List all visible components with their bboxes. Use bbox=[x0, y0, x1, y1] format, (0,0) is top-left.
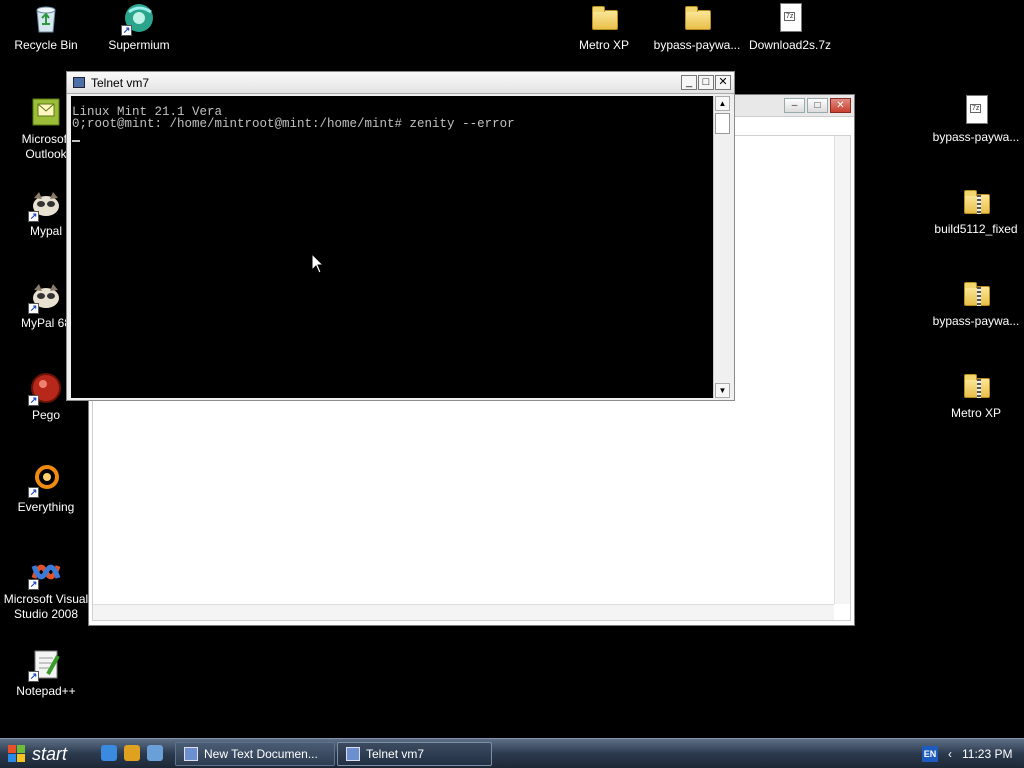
terminal-console[interactable]: Linux Mint 21.1 Vera 0;root@mint: /home/m… bbox=[71, 96, 714, 398]
taskbar: start New Text Documen... Telnet vm7 EN … bbox=[0, 738, 1024, 768]
desktop-icon-label: bypass-paywa... bbox=[932, 314, 1020, 328]
window-title: Telnet vm7 bbox=[91, 76, 150, 90]
terminal-line: 0;root@mint: /home/mintroot@mint:/home/m… bbox=[72, 117, 515, 131]
pego-icon: ↗ bbox=[28, 372, 62, 406]
desktop-icon-label: Pego bbox=[31, 408, 61, 422]
desktop-icon-notepadpp[interactable]: ↗ Notepad++ bbox=[0, 648, 92, 699]
desktop-icon-label: Download2s.7z bbox=[748, 38, 832, 52]
maximize-button[interactable]: □ bbox=[698, 75, 714, 90]
shortcut-arrow-icon: ↗ bbox=[28, 579, 39, 590]
desktop-icon-everything[interactable]: ↗ Everything bbox=[0, 464, 92, 515]
zip-folder-icon bbox=[960, 370, 992, 402]
scroll-up-arrow-icon[interactable]: ▲ bbox=[715, 96, 730, 111]
mypal-icon: ↗ bbox=[28, 188, 62, 222]
shortcut-arrow-icon: ↗ bbox=[121, 25, 132, 36]
media-player-icon[interactable] bbox=[124, 745, 140, 761]
scrollbar-thumb[interactable] bbox=[715, 113, 730, 134]
desktop-icon-bypass-paywall-file[interactable]: bypass-paywa... bbox=[930, 94, 1022, 145]
telnet-icon bbox=[346, 747, 360, 761]
language-indicator[interactable]: EN bbox=[922, 746, 938, 762]
start-button[interactable]: start bbox=[0, 739, 88, 768]
desktop-icon-label: Notepad++ bbox=[16, 684, 76, 698]
folder-icon bbox=[588, 2, 620, 34]
desktop-icon-label: build5112_fixed bbox=[934, 222, 1018, 236]
shortcut-arrow-icon: ↗ bbox=[28, 211, 39, 222]
notepadpp-icon: ↗ bbox=[28, 648, 62, 682]
desktop-icon-metro-xp-zip[interactable]: Metro XP bbox=[930, 370, 1022, 421]
recycle-bin-icon bbox=[30, 2, 62, 34]
mypal-icon: ↗ bbox=[28, 280, 62, 314]
archive-file-icon bbox=[774, 2, 806, 34]
show-desktop-icon[interactable] bbox=[147, 745, 163, 761]
tray-expand-icon[interactable]: ‹ bbox=[948, 747, 952, 761]
taskbar-button-label: New Text Documen... bbox=[204, 747, 318, 761]
desktop-icon-supermium[interactable]: ↗ Supermium bbox=[93, 2, 185, 53]
system-tray: EN ‹ 11:23 PM bbox=[914, 739, 1024, 768]
visual-studio-icon: ↗ bbox=[28, 556, 62, 590]
taskbar-button-telnet[interactable]: Telnet vm7 bbox=[337, 742, 492, 766]
text-cursor bbox=[72, 140, 80, 142]
minimize-button[interactable]: – bbox=[784, 98, 805, 113]
desktop-icon-download2s-7z[interactable]: Download2s.7z bbox=[744, 2, 836, 53]
desktop-icon-recycle-bin[interactable]: Recycle Bin bbox=[0, 2, 92, 53]
supermium-icon: ↗ bbox=[121, 2, 155, 36]
folder-icon bbox=[681, 2, 713, 34]
zip-folder-icon bbox=[960, 186, 992, 218]
desktop-icon-label: Recycle Bin bbox=[14, 38, 78, 52]
close-button[interactable]: ✕ bbox=[830, 98, 851, 113]
shortcut-arrow-icon: ↗ bbox=[28, 303, 39, 314]
horizontal-scrollbar[interactable] bbox=[93, 604, 834, 620]
telnet-window[interactable]: Telnet vm7 _ □ ✕ Linux Mint 21.1 Vera 0;r… bbox=[66, 71, 735, 401]
internet-explorer-icon[interactable] bbox=[101, 745, 117, 761]
desktop-icon-label: bypass-paywa... bbox=[653, 38, 741, 52]
minimize-button[interactable]: _ bbox=[681, 75, 697, 90]
desktop-icon-label: Supermium bbox=[108, 38, 170, 52]
document-icon bbox=[184, 747, 198, 761]
desktop-icon-label: Metro XP bbox=[950, 406, 1001, 420]
desktop-icon-build5112-fixed[interactable]: build5112_fixed bbox=[930, 186, 1022, 237]
desktop-icon-label: Everything bbox=[17, 500, 75, 514]
clock[interactable]: 11:23 PM bbox=[962, 747, 1012, 761]
outlook-icon bbox=[30, 96, 62, 128]
shortcut-arrow-icon: ↗ bbox=[28, 395, 39, 406]
shortcut-arrow-icon: ↗ bbox=[28, 487, 39, 498]
telnet-app-icon[interactable] bbox=[73, 77, 85, 88]
desktop-icon-visual-studio-2008[interactable]: ↗ Microsoft Visual Studio 2008 bbox=[0, 556, 92, 622]
window-controls: – □ ✕ bbox=[784, 98, 851, 113]
scroll-down-arrow-icon[interactable]: ▼ bbox=[715, 383, 730, 398]
file-icon bbox=[960, 94, 992, 126]
windows-logo-icon bbox=[8, 745, 26, 763]
maximize-button[interactable]: □ bbox=[807, 98, 828, 113]
vertical-scrollbar[interactable] bbox=[834, 136, 850, 604]
terminal-scrollbar[interactable]: ▲ ▼ bbox=[713, 96, 730, 398]
everything-icon: ↗ bbox=[28, 464, 62, 498]
close-button[interactable]: ✕ bbox=[715, 75, 731, 90]
taskbar-button-label: Telnet vm7 bbox=[366, 747, 425, 761]
desktop-icon-bypass-paywall-zip[interactable]: bypass-paywa... bbox=[930, 278, 1022, 329]
desktop-icon-bypass-paywall-folder[interactable]: bypass-paywa... bbox=[651, 2, 743, 53]
shortcut-arrow-icon: ↗ bbox=[28, 671, 39, 682]
desktop-icon-label: bypass-paywa... bbox=[932, 130, 1020, 144]
start-label: start bbox=[32, 743, 68, 764]
telnet-titlebar[interactable]: Telnet vm7 _ □ ✕ bbox=[67, 72, 734, 94]
window-controls: _ □ ✕ bbox=[681, 75, 731, 90]
taskbar-button-text-document[interactable]: New Text Documen... bbox=[175, 742, 335, 766]
zip-folder-icon bbox=[960, 278, 992, 310]
desktop-icon-label: Microsoft Visual Studio 2008 bbox=[3, 592, 89, 621]
desktop-icon-label: Metro XP bbox=[578, 38, 629, 52]
desktop-icon-metro-xp-folder[interactable]: Metro XP bbox=[558, 2, 650, 53]
